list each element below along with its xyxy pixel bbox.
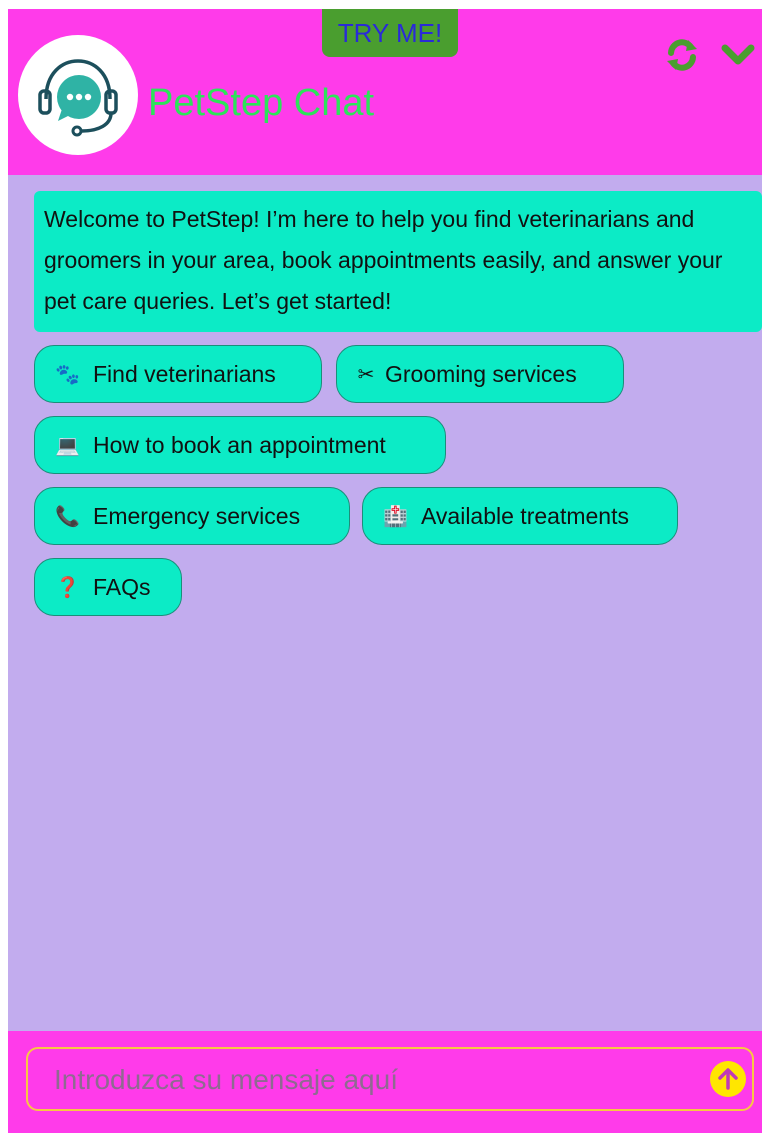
message-input-container xyxy=(26,1047,754,1111)
hospital-icon: 🏥 xyxy=(383,505,408,528)
quick-replies: 🐾 Find veterinarians ✂ Grooming services… xyxy=(34,345,744,629)
arrow-up-icon xyxy=(718,1068,738,1090)
quick-reply-label: Grooming services xyxy=(385,360,577,387)
bot-message: Welcome to PetStep! I’m here to help you… xyxy=(34,191,762,332)
chat-header: TRY ME! PetStep Chat xyxy=(8,9,762,175)
quick-reply-emergency-services[interactable]: 📞 Emergency services xyxy=(34,487,350,545)
chat-footer xyxy=(8,1031,762,1133)
scissors-icon: ✂ xyxy=(357,363,375,386)
quick-reply-find-veterinarians[interactable]: 🐾 Find veterinarians xyxy=(34,345,322,403)
bot-avatar xyxy=(18,35,138,155)
refresh-icon[interactable] xyxy=(664,37,700,73)
quick-reply-grooming-services[interactable]: ✂ Grooming services xyxy=(336,345,624,403)
send-button[interactable] xyxy=(710,1061,746,1097)
paw-prints-icon: 🐾 xyxy=(55,363,80,386)
laptop-icon: 💻 xyxy=(55,434,80,457)
chat-title: PetStep Chat xyxy=(148,82,375,124)
quick-reply-book-appointment[interactable]: 💻 How to book an appointment xyxy=(34,416,446,474)
message-area[interactable]: Welcome to PetStep! I’m here to help you… xyxy=(8,175,762,1031)
quick-reply-label: Emergency services xyxy=(93,502,301,529)
support-chat-icon xyxy=(38,59,118,137)
try-me-tab[interactable]: TRY ME! xyxy=(322,9,458,57)
chat-widget: TRY ME! PetStep Chat Welcome to PetStep!… xyxy=(8,9,762,1133)
quick-reply-label: FAQs xyxy=(93,573,151,600)
phone-icon: 📞 xyxy=(55,505,80,528)
quick-reply-label: How to book an appointment xyxy=(93,431,386,458)
quick-reply-label: Find veterinarians xyxy=(93,360,276,387)
question-mark-icon: ❓ xyxy=(55,576,80,599)
chevron-down-icon[interactable] xyxy=(720,37,756,73)
quick-reply-available-treatments[interactable]: 🏥 Available treatments xyxy=(362,487,678,545)
quick-reply-faqs[interactable]: ❓ FAQs xyxy=(34,558,182,616)
message-input[interactable] xyxy=(52,1057,676,1103)
quick-reply-label: Available treatments xyxy=(421,502,629,529)
